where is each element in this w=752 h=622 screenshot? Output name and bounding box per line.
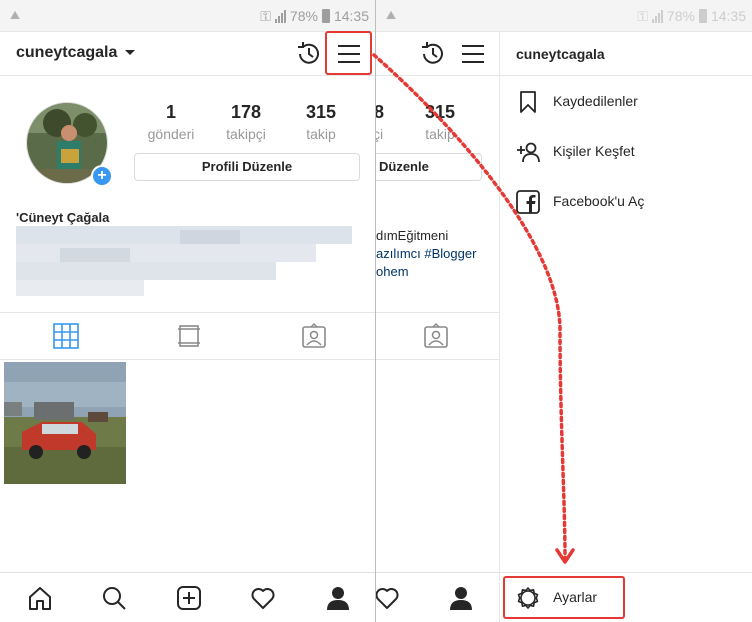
drawer-item-saved[interactable]: Kaydedilenler [500, 78, 752, 126]
posts-count: 1 [165, 102, 176, 122]
drawer-item-open-facebook[interactable]: Facebook'u Aç [500, 178, 752, 226]
followers-label-peek: çi [376, 126, 384, 142]
menu-open-screen: ⛰ ⚿ 78% 14:35 8 çi 315 takip Düzenle dım… [376, 0, 752, 622]
drawer-item-label: Kişiler Keşfet [553, 143, 635, 159]
chevron-down-icon [125, 50, 136, 56]
profile-icon[interactable] [448, 585, 474, 611]
bio-line-3[interactable]: ohem [376, 264, 409, 279]
following-count: 315 [305, 102, 337, 122]
notification-icon: ⛰ [386, 8, 397, 22]
status-bar: ⛰ ⚿ 78% 14:35 [0, 0, 375, 32]
following-stat-peek[interactable]: 315 takip [405, 102, 475, 142]
edit-profile-button-peek[interactable]: Düzenle [376, 153, 482, 181]
notification-icon: ⛰ [10, 8, 21, 22]
key-icon: ⚿ [637, 7, 648, 24]
status-bar: ⛰ ⚿ 78% 14:35 [376, 0, 752, 32]
add-story-icon[interactable]: + [91, 165, 113, 187]
signal-icon [651, 9, 663, 23]
profile-tabs [0, 312, 375, 360]
feed-view-icon[interactable] [176, 323, 202, 349]
following-label-peek: takip [425, 126, 455, 142]
battery-icon [321, 9, 330, 23]
signal-icon [274, 9, 286, 23]
bottom-nav [0, 572, 375, 622]
heart-icon[interactable] [250, 585, 276, 611]
username-switcher[interactable]: cuneytcagala [16, 44, 136, 62]
profile-tabs-peek [376, 312, 499, 360]
full-name: 'Cüneyt Çağala [16, 210, 110, 225]
drawer-item-label: Kaydedilenler [553, 93, 638, 109]
side-drawer: cuneytcagala Kaydedilenler Kişiler Keşfe… [499, 32, 752, 622]
settings-highlight-box [503, 576, 625, 619]
key-icon: ⚿ [260, 7, 271, 24]
search-icon[interactable] [101, 585, 127, 611]
battery-percent: 78% [289, 8, 318, 24]
battery-icon [698, 9, 707, 23]
home-icon[interactable] [27, 585, 53, 611]
clock: 14:35 [710, 8, 746, 24]
archive-history-icon[interactable] [294, 39, 324, 69]
following-count-peek: 315 [424, 102, 456, 122]
drawer-item-discover-people[interactable]: Kişiler Keşfet [500, 128, 752, 176]
drawer-header: cuneytcagala [500, 32, 752, 76]
battery-percent: 78% [666, 8, 695, 24]
followers-count-peek: 8 [376, 102, 385, 122]
archive-history-icon[interactable] [418, 39, 448, 69]
post-thumbnail[interactable] [4, 362, 126, 484]
edit-profile-button[interactable]: Profili Düzenle [134, 153, 360, 181]
username-label: cuneytcagala [16, 44, 118, 61]
profile-icon[interactable] [325, 585, 351, 611]
followers-count: 178 [230, 102, 262, 122]
following-stat[interactable]: 315 takip [286, 102, 356, 142]
bookmark-icon [520, 91, 536, 113]
tagged-photos-icon[interactable] [301, 323, 327, 349]
drawer-username: cuneytcagala [516, 46, 605, 62]
profile-header: cuneytcagala [0, 31, 375, 76]
drawer-item-label: Facebook'u Aç [553, 193, 645, 209]
followers-stat[interactable]: 178 takipçi [211, 102, 281, 142]
tagged-photos-icon[interactable] [423, 323, 449, 349]
clock: 14:35 [333, 8, 369, 24]
posts-stat[interactable]: 1 gönderi [136, 102, 206, 142]
followers-label: takipçi [226, 126, 266, 142]
profile-header-peek [376, 32, 499, 76]
menu-icon[interactable] [458, 39, 488, 69]
following-label: takip [306, 126, 336, 142]
profile-screen: ⛰ ⚿ 78% 14:35 cuneytcagala + 1 gönderi 1… [0, 0, 375, 622]
facebook-icon [516, 190, 540, 214]
posts-label: gönderi [147, 126, 195, 142]
heart-icon[interactable] [376, 585, 400, 611]
bio-line-1: dımEğitmeni [376, 228, 449, 243]
grid-view-icon[interactable] [53, 323, 79, 349]
bio-line-2[interactable]: azılımcı #Blogger [376, 246, 476, 261]
new-post-icon[interactable] [176, 585, 202, 611]
menu-highlight-box [325, 31, 372, 75]
bottom-nav-peek [376, 572, 499, 622]
add-person-icon [517, 142, 540, 163]
